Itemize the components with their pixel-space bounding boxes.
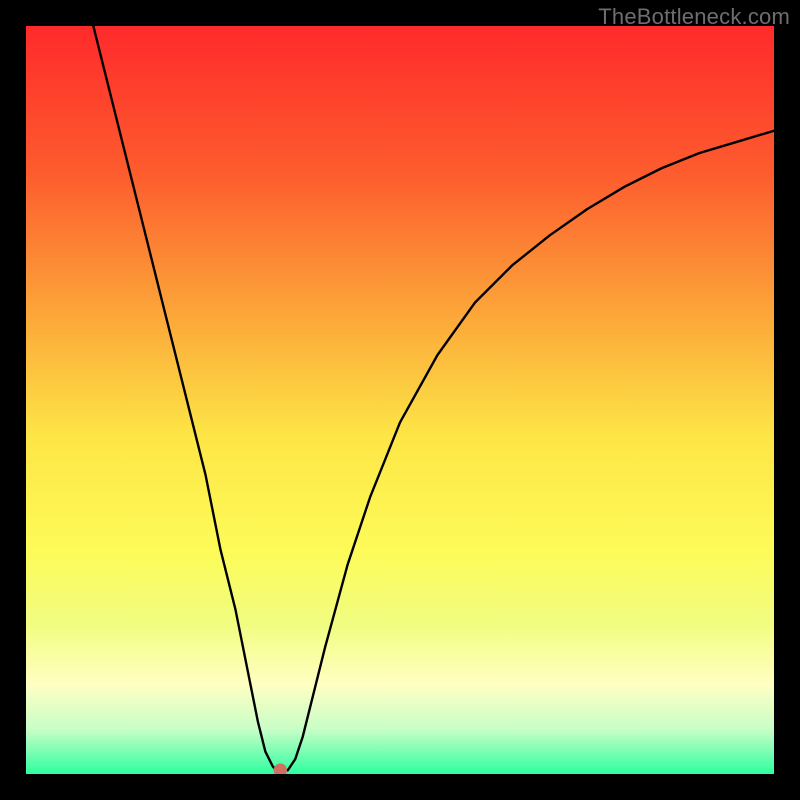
bottleneck-curve [26,26,774,774]
plot-frame [26,26,774,774]
marker-dot [274,764,287,774]
watermark-label: TheBottleneck.com [598,4,790,30]
